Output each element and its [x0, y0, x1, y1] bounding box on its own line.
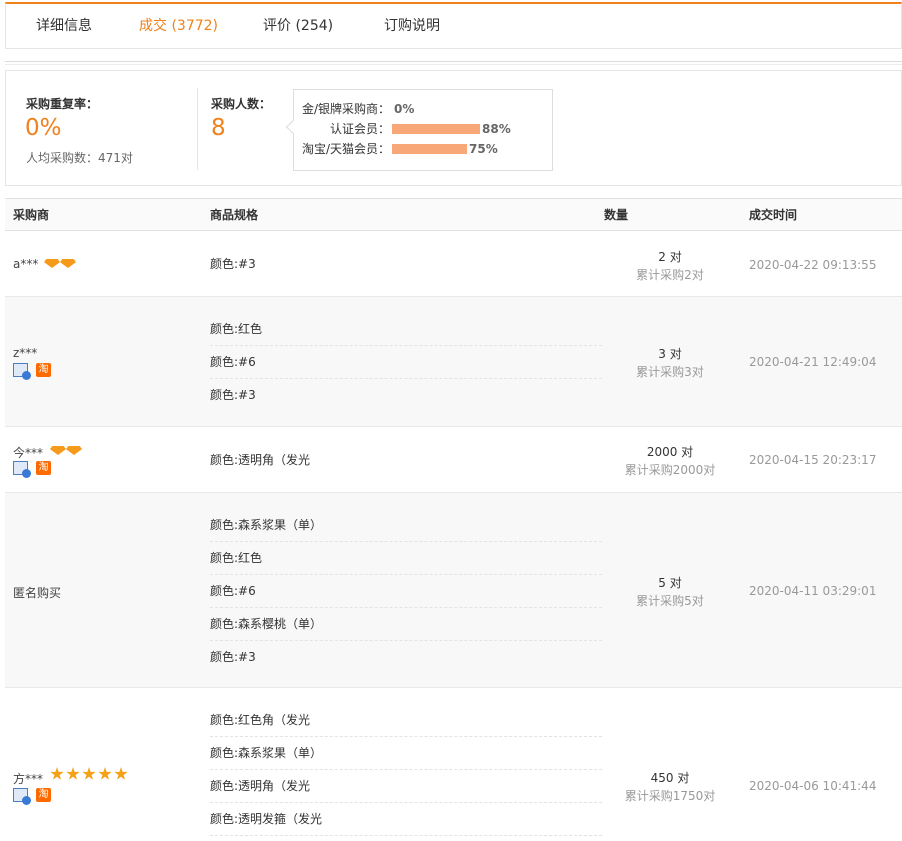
spec-item: 颜色:#6 — [210, 575, 602, 608]
verified-buyer-icon — [13, 788, 31, 805]
buyer-badges: 淘 — [13, 461, 51, 478]
stats-divider — [197, 88, 198, 170]
transaction-page: 详细信息 成交 (3772) 评价 (254) 订购说明 采购重复率： 0% 人… — [0, 0, 902, 841]
transaction-time: 2020-04-11 03:29:01 — [749, 584, 877, 598]
total-purchased: 累计采购2000对 — [624, 463, 716, 477]
divider — [5, 61, 902, 62]
transaction-time: 2020-04-22 09:13:55 — [749, 258, 877, 272]
diamond-icon — [66, 446, 82, 455]
divider — [5, 64, 902, 65]
spec-item: 颜色:#3 — [210, 650, 256, 664]
tab-order-notes[interactable]: 订购说明 — [384, 4, 440, 48]
spec-item: 颜色:森系樱桃（单） — [210, 608, 602, 641]
header-buyer: 采购商 — [13, 208, 50, 222]
spec-item: 颜色:#6 — [210, 346, 602, 379]
repurchase-rate-label: 采购重复率： — [26, 97, 99, 111]
total-purchased: 累计采购3对 — [636, 365, 704, 379]
spec-item: 颜色:红色角（发光 — [210, 704, 602, 737]
tab-reviews[interactable]: 评价 (254) — [263, 4, 333, 48]
spec-item: 颜色:透明发箍（发光 — [210, 803, 602, 836]
buyer-count-label: 采购人数： — [211, 97, 272, 111]
repurchase-rate-value: 0% — [25, 115, 62, 141]
diamond-icon — [44, 259, 60, 268]
tab-bar: 详细信息 成交 (3772) 评价 (254) 订购说明 — [5, 2, 902, 49]
quantity: 2000 对 — [646, 445, 694, 459]
spec-item: 颜色:#3 — [210, 257, 256, 271]
breakdown-bar — [392, 124, 480, 134]
spec-item: 颜色:红色 — [210, 542, 602, 575]
transaction-time: 2020-04-06 10:41:44 — [749, 779, 877, 793]
quantity: 3 对 — [658, 347, 682, 361]
table-row: a*** 颜色:#3 2 对 累计采购2对 2020-04-22 09:13:5… — [5, 231, 902, 297]
breakdown-bar — [392, 144, 467, 154]
buyer-count-value: 8 — [211, 115, 226, 141]
table-row: 匿名购买 颜色:森系浆果（单） 颜色:红色 颜色:#6 颜色:森系樱桃（单） 颜… — [5, 493, 902, 688]
quantity: 450 对 — [650, 771, 690, 785]
table-header: 采购商 商品规格 数量 成交时间 — [5, 198, 902, 231]
buyer-badges: 淘 — [13, 363, 51, 380]
breakdown-value: 88% — [482, 122, 511, 136]
buyer-breakdown-popup: 金/银牌采购商： 0% 认证会员： 88% 淘宝/天猫会员： 75% — [285, 89, 553, 171]
spec-item: 颜色:透明角（发光 — [210, 770, 602, 803]
breakdown-label: 认证会员： — [330, 122, 391, 136]
diamond-icon — [60, 259, 76, 268]
taobao-icon: 淘 — [36, 788, 51, 802]
table-row: 今*** 淘 颜色:透明角（发光 2000 对 累计采购2000对 2020-0… — [5, 427, 902, 493]
quantity-cell: 3 对 累计采购3对 — [595, 345, 745, 381]
verified-buyer-icon — [13, 363, 31, 380]
spec-item: 颜色:#3 — [210, 388, 256, 402]
taobao-icon: 淘 — [36, 461, 51, 475]
star-icon — [114, 767, 128, 780]
taobao-icon: 淘 — [36, 363, 51, 377]
star-icon — [50, 767, 64, 780]
total-purchased: 累计采购5对 — [636, 594, 704, 608]
tab-transactions[interactable]: 成交 (3772) — [139, 4, 218, 48]
verified-buyer-icon — [13, 461, 31, 478]
tab-details[interactable]: 详细信息 — [36, 4, 92, 48]
buyer-name: z*** — [13, 346, 38, 360]
table-row: z*** 淘 颜色:红色 颜色:#6 颜色:#3 3 对 累计采购3对 2020… — [5, 297, 902, 427]
buyer-name: a*** — [13, 257, 39, 271]
purchase-stats-panel: 采购重复率： 0% 人均采购数：471对 采购人数： 8 金/银牌采购商： 0%… — [5, 70, 902, 186]
quantity-cell: 450 对 累计采购1750对 — [595, 769, 745, 805]
diamond-icon — [50, 446, 66, 455]
header-spec: 商品规格 — [210, 208, 259, 222]
spec-item: 颜色:透明角（发光 — [210, 453, 311, 467]
avg-purchase-text: 人均采购数：471对 — [26, 151, 133, 165]
breakdown-value: 75% — [469, 142, 498, 156]
header-time: 成交时间 — [749, 208, 798, 222]
table-row: 方*** 淘 颜色:红色角（发光 颜色:森系浆果（单） 颜色:透明角（发光 颜色… — [5, 688, 902, 841]
breakdown-label: 金/银牌采购商： — [302, 102, 391, 116]
quantity-cell: 2 对 累计采购2对 — [595, 248, 745, 284]
buyer-name: 方*** — [13, 772, 44, 786]
quantity: 2 对 — [658, 250, 682, 264]
buyer-name: 今*** — [13, 446, 44, 460]
quantity: 5 对 — [658, 576, 682, 590]
breakdown-value: 0% — [394, 102, 415, 116]
star-icon — [66, 767, 80, 780]
total-purchased: 累计采购2对 — [636, 268, 704, 282]
buyer-badges: 淘 — [13, 788, 51, 805]
popup-arrow — [285, 119, 301, 135]
spec-item: 颜色:森系浆果（单） — [210, 509, 602, 542]
spec-item: 颜色:森系浆果（单） — [210, 737, 602, 770]
quantity-cell: 5 对 累计采购5对 — [595, 574, 745, 610]
header-quantity: 数量 — [604, 208, 629, 222]
spec-item: 颜色:红色 — [210, 313, 602, 346]
star-icon — [82, 767, 96, 780]
breakdown-label: 淘宝/天猫会员： — [302, 142, 391, 156]
transaction-time: 2020-04-21 12:49:04 — [749, 355, 877, 369]
quantity-cell: 2000 对 累计采购2000对 — [595, 443, 745, 479]
buyer-name: 匿名购买 — [13, 586, 62, 600]
transaction-time: 2020-04-15 20:23:17 — [749, 453, 877, 467]
total-purchased: 累计采购1750对 — [624, 789, 716, 803]
star-icon — [98, 767, 112, 780]
